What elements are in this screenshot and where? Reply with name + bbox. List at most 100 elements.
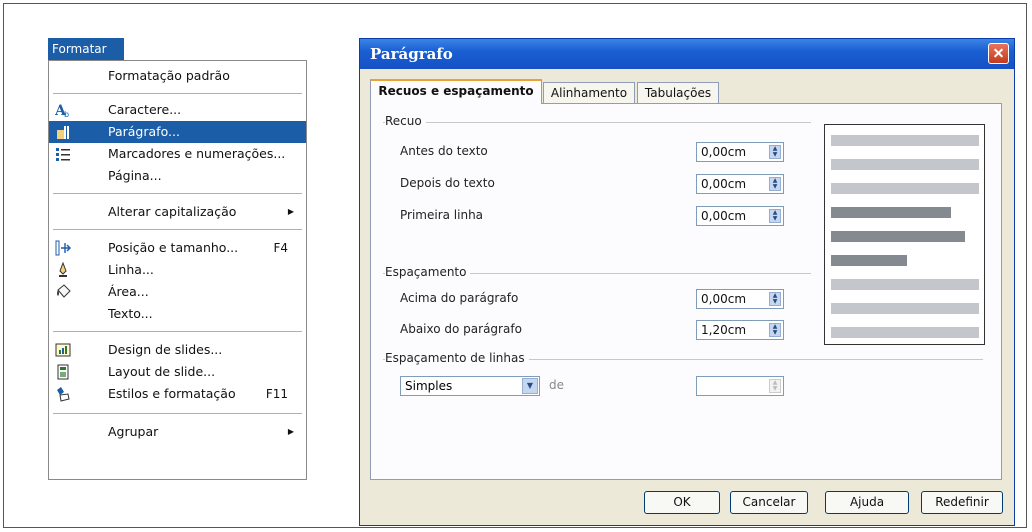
preview-line: [831, 303, 979, 314]
menu-item-position-size[interactable]: Posição e tamanho... F4: [49, 237, 306, 259]
menu-item-label: Formatação padrão: [108, 68, 230, 83]
menu-separator: [53, 331, 302, 332]
spacing-group-label: Espaçamento: [385, 265, 471, 279]
spin-buttons-icon[interactable]: ▲ ▼: [769, 209, 781, 223]
menu-item-area[interactable]: Área...: [49, 281, 306, 303]
below-paragraph-label: Abaixo do parágrafo: [400, 322, 522, 336]
dialog-title: Parágrafo: [360, 39, 1014, 69]
slide-layout-icon: [57, 364, 69, 380]
menu-item-label: Estilos e formatação: [108, 386, 236, 401]
menu-item-label: Posição e tamanho...: [108, 240, 239, 255]
spin-buttons-icon[interactable]: ▲ ▼: [769, 177, 781, 191]
menu-item-bullets-numbering[interactable]: Marcadores e numerações...: [49, 143, 306, 165]
preview-line: [831, 327, 979, 338]
first-line-input[interactable]: 0,00cm ▲ ▼: [696, 206, 784, 226]
below-paragraph-input[interactable]: 1,20cm ▲ ▼: [696, 320, 784, 340]
preview-line: [831, 159, 979, 170]
format-menu: Formatação padrão A b Caractere... Parág…: [48, 60, 307, 480]
menu-item-label: Parágrafo...: [108, 124, 180, 139]
menu-item-label: Agrupar: [108, 424, 159, 439]
paragraph-preview: [824, 124, 985, 345]
menu-separator: [53, 93, 302, 94]
menu-item-label: Caractere...: [108, 102, 182, 117]
above-paragraph-label: Acima do parágrafo: [400, 291, 519, 305]
submenu-arrow-icon: ▶: [287, 207, 294, 216]
svg-text:b: b: [64, 110, 69, 118]
of-label: de: [549, 378, 564, 392]
line-spacing-group-label: Espaçamento de linhas: [385, 351, 529, 365]
line-spacing-of-input[interactable]: ▲ ▼: [696, 376, 784, 396]
line-spacing-select[interactable]: Simples ▼: [400, 376, 540, 396]
reset-button[interactable]: Redefinir: [921, 491, 1003, 514]
line-spacing-value: Simples: [405, 379, 453, 393]
format-menu-title[interactable]: Formatar: [48, 38, 124, 60]
before-text-label: Antes do texto: [400, 144, 488, 158]
spin-buttons-icon[interactable]: ▲ ▼: [769, 323, 781, 337]
menu-item-line[interactable]: Linha...: [49, 259, 306, 281]
menu-item-label: Texto...: [108, 306, 153, 321]
preview-line: [831, 255, 907, 266]
bullets-numbering-icon: [56, 148, 70, 161]
above-paragraph-value: 0,00cm: [701, 292, 747, 306]
menu-item-paragraph[interactable]: Parágrafo...: [49, 121, 306, 143]
preview-line: [831, 279, 979, 290]
menu-separator: [53, 229, 302, 230]
below-paragraph-value: 1,20cm: [701, 323, 747, 337]
tab-alignment[interactable]: Alinhamento: [543, 82, 635, 103]
menu-item-label: Área...: [108, 284, 149, 299]
menu-item-shortcut: F11: [265, 387, 288, 401]
screenshot-frame: Formatar Formatação padrão A b Caractere…: [3, 3, 1027, 528]
before-text-input[interactable]: 0,00cm ▲ ▼: [696, 142, 784, 162]
menu-item-label: Layout de slide...: [108, 364, 216, 379]
preview-line: [831, 183, 979, 194]
paragraph-icon: [57, 126, 69, 139]
slide-design-icon: [55, 343, 71, 357]
chevron-down-icon[interactable]: ▼: [522, 378, 538, 394]
before-text-value: 0,00cm: [701, 145, 747, 159]
tab-panel: Recuo Antes do texto 0,00cm ▲ ▼ Depois do…: [370, 103, 1002, 480]
after-text-value: 0,00cm: [701, 177, 747, 191]
position-size-icon: [55, 240, 71, 256]
menu-item-page[interactable]: Página...: [49, 165, 306, 187]
ok-button[interactable]: OK: [644, 491, 720, 514]
tab-tabs[interactable]: Tabulações: [637, 82, 719, 103]
preview-line: [831, 231, 965, 242]
above-paragraph-input[interactable]: 0,00cm ▲ ▼: [696, 289, 784, 309]
submenu-arrow-icon: ▶: [287, 427, 294, 436]
styles-formatting-icon: [57, 387, 70, 402]
preview-line: [831, 207, 951, 218]
first-line-value: 0,00cm: [701, 209, 747, 223]
tab-indents-spacing[interactable]: Recuos e espaçamento: [370, 79, 542, 104]
first-line-label: Primeira linha: [400, 208, 484, 222]
menu-item-styles-formatting[interactable]: Estilos e formatação F11: [49, 383, 306, 405]
indent-group-label: Recuo: [385, 114, 426, 128]
close-icon[interactable]: [988, 43, 1009, 64]
line-icon: [59, 262, 67, 277]
menu-item-default-formatting[interactable]: Formatação padrão: [49, 65, 306, 87]
spin-buttons-icon[interactable]: ▲ ▼: [769, 292, 781, 306]
after-text-input[interactable]: 0,00cm ▲ ▼: [696, 174, 784, 194]
menu-item-group[interactable]: Agrupar ▶: [49, 421, 306, 443]
character-icon: A b: [55, 103, 69, 118]
menu-item-slide-layout[interactable]: Layout de slide...: [49, 361, 306, 383]
spin-buttons-icon[interactable]: ▲ ▼: [769, 145, 781, 159]
help-button[interactable]: Ajuda: [825, 491, 909, 514]
menu-item-label: Página...: [108, 168, 162, 183]
after-text-label: Depois do texto: [400, 176, 495, 190]
menu-item-change-case[interactable]: Alterar capitalização ▶: [49, 201, 306, 223]
menu-separator: [53, 193, 302, 194]
spin-buttons-icon: ▲ ▼: [769, 379, 781, 393]
cancel-button[interactable]: Cancelar: [730, 491, 808, 514]
menu-item-slide-design[interactable]: Design de slides...: [49, 339, 306, 361]
paragraph-dialog: Parágrafo Recuos e espaçamento Alinhamen…: [359, 38, 1015, 526]
menu-item-shortcut: F4: [273, 241, 288, 255]
menu-item-label: Alterar capitalização: [108, 204, 237, 219]
menu-item-character[interactable]: A b Caractere...: [49, 99, 306, 121]
menu-item-label: Marcadores e numerações...: [108, 146, 286, 161]
group-divider: [383, 122, 811, 123]
menu-separator: [53, 413, 302, 414]
menu-item-text[interactable]: Texto...: [49, 303, 306, 325]
area-icon: [57, 284, 71, 298]
preview-line: [831, 135, 979, 146]
menu-item-label: Design de slides...: [108, 342, 223, 357]
